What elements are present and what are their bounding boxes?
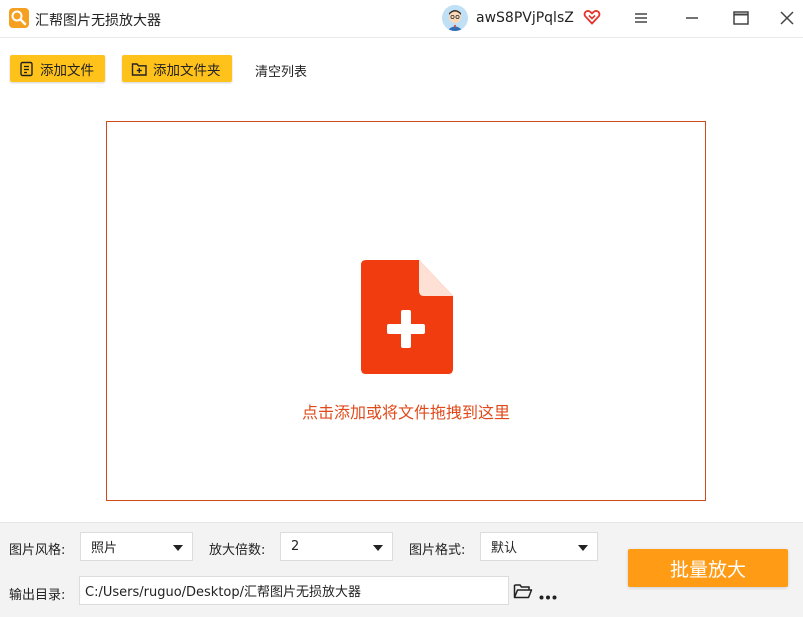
output-label: 输出目录: [9,588,66,603]
vip-heart-icon[interactable] [583,8,601,26]
open-folder-icon[interactable] [513,582,533,600]
chevron-down-icon [173,545,183,551]
chevron-down-icon [578,545,588,551]
maximize-icon[interactable] [730,7,752,29]
avatar[interactable] [442,5,468,31]
scale-label: 放大倍数: [209,543,266,558]
format-select[interactable]: 默认 [480,532,598,561]
format-value: 默认 [491,541,518,556]
format-label: 图片格式: [409,543,466,558]
minimize-icon[interactable] [681,7,703,29]
style-label: 图片风格: [9,543,66,558]
add-file-plus-icon [361,260,453,374]
scale-select[interactable]: 2 [280,532,393,561]
clear-list-button[interactable]: 清空列表 [255,61,307,80]
close-icon[interactable] [776,7,798,29]
more-options-icon[interactable] [539,589,557,600]
scale-value: 2 [291,539,300,554]
style-value: 照片 [91,541,118,556]
add-folder-button[interactable]: 添加文件夹 [122,55,232,82]
app-title: 汇帮图片无损放大器 [35,13,161,29]
style-select[interactable]: 照片 [80,532,193,561]
app-logo-icon [9,8,29,28]
title-bar: 汇帮图片无损放大器 awS8PVjPqlsZ [0,0,803,38]
file-drop-zone[interactable]: 点击添加或将文件拖拽到这里 [106,121,706,501]
menu-icon[interactable] [630,7,652,29]
batch-enlarge-button[interactable]: 批量放大 [628,549,788,587]
drop-hint-text: 点击添加或将文件拖拽到这里 [301,403,510,422]
add-file-button[interactable]: 添加文件 [10,55,105,82]
add-folder-label: 添加文件夹 [153,62,221,79]
add-file-icon [20,61,33,76]
username[interactable]: awS8PVjPqlsZ [476,10,574,26]
add-folder-icon [131,62,147,76]
output-path-field[interactable]: C:/Users/ruguo/Desktop/汇帮图片无损放大器 [79,576,509,605]
chevron-down-icon [373,545,383,551]
add-file-label: 添加文件 [40,62,94,79]
